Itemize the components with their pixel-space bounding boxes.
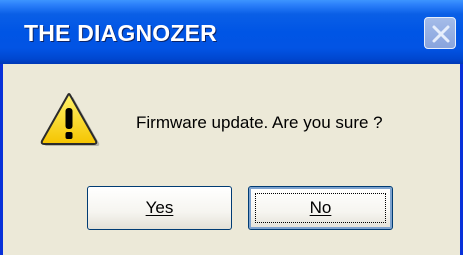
no-button-label: No xyxy=(309,198,332,217)
window-title: THE DIAGNOZER xyxy=(24,20,217,46)
title-bar[interactable]: THE DIAGNOZER xyxy=(0,0,463,64)
no-button[interactable]: No xyxy=(248,186,393,230)
close-button[interactable] xyxy=(424,17,456,49)
yes-button[interactable]: Yes xyxy=(87,186,232,230)
message-dialog: THE DIAGNOZER Firmware update. Are you s… xyxy=(0,0,463,255)
yes-button-label: Yes xyxy=(145,198,174,217)
dialog-message: Firmware update. Are you sure ? xyxy=(136,113,383,132)
close-icon xyxy=(432,25,450,43)
warning-icon xyxy=(40,93,102,154)
